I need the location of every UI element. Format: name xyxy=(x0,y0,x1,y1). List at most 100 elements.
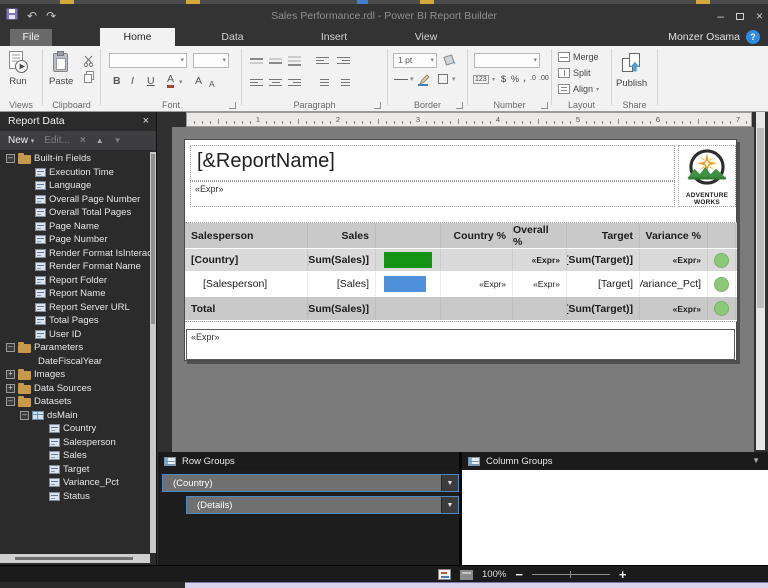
align-bottom-icon[interactable] xyxy=(288,55,301,66)
merge-button[interactable]: Merge xyxy=(558,52,599,62)
collapse-icon[interactable]: – xyxy=(20,411,29,420)
table-cell[interactable]: [Sum(Target)] xyxy=(567,249,640,271)
table-header-cell[interactable]: Overall % xyxy=(513,223,567,248)
table-cell[interactable]: [Sum(Target)] xyxy=(567,297,640,320)
tree-item-page-number[interactable]: Page Number xyxy=(0,233,150,247)
decrease-decimal-button[interactable]: .00 xyxy=(539,75,549,82)
tab-view[interactable]: View xyxy=(400,28,452,46)
italic-button[interactable]: I xyxy=(131,74,134,88)
table-header-cell[interactable]: Salesperson xyxy=(185,223,308,248)
grow-font-button[interactable]: A xyxy=(195,74,202,88)
currency-button[interactable]: $ xyxy=(501,74,506,84)
tree-item-datasets[interactable]: –Datasets xyxy=(0,395,150,409)
tree-item-status[interactable]: Status xyxy=(0,490,150,504)
table-cell[interactable] xyxy=(708,297,736,320)
split-button[interactable]: Split xyxy=(558,68,591,78)
move-down-icon[interactable]: ▼ xyxy=(114,136,122,145)
groups-options-chevron-icon[interactable]: ▼ xyxy=(752,456,760,465)
tree-item-target[interactable]: Target xyxy=(0,463,150,477)
group-bar-country[interactable]: (Country)▼ xyxy=(162,474,459,492)
table-cell[interactable] xyxy=(708,272,736,296)
comma-button[interactable]: , xyxy=(523,72,526,84)
collapse-icon[interactable]: – xyxy=(6,154,15,163)
table-header-cell[interactable] xyxy=(376,223,441,248)
underline-button[interactable]: U xyxy=(147,74,155,88)
design-canvas[interactable]: [&ReportName] «Expr» xyxy=(172,127,754,452)
publish-button[interactable]: Publish xyxy=(616,50,647,89)
bullet-list-icon[interactable] xyxy=(316,77,329,88)
table-cell[interactable]: [Sum(Sales)] xyxy=(308,249,376,271)
table-cell[interactable]: [Variance_Pct] xyxy=(640,272,708,296)
tab-data[interactable]: Data xyxy=(205,28,260,46)
tree-item-country[interactable]: Country xyxy=(0,422,150,436)
paste-button[interactable]: Paste xyxy=(49,50,73,87)
font-size-select[interactable]: ▾ xyxy=(193,53,229,68)
tree-item-page-name[interactable]: Page Name xyxy=(0,220,150,234)
delete-icon[interactable]: × xyxy=(80,135,86,146)
zoom-out-button[interactable]: − xyxy=(515,570,523,580)
table-cell[interactable] xyxy=(441,297,513,320)
line-color-button[interactable] xyxy=(418,73,431,91)
canvas-vertical-scrollbar[interactable] xyxy=(756,112,765,450)
table-cell[interactable]: [Sales] xyxy=(308,272,376,296)
table-cell[interactable]: Total xyxy=(185,297,308,320)
file-tab[interactable]: File xyxy=(10,29,52,46)
numbered-list-icon[interactable] xyxy=(337,77,350,88)
table-cell[interactable]: [Country] xyxy=(185,249,308,271)
group-dropdown-button[interactable]: ▼ xyxy=(441,497,458,513)
table-cell[interactable]: «Expr» xyxy=(640,249,708,271)
run-button[interactable]: Run xyxy=(7,50,29,87)
tab-home[interactable]: Home xyxy=(100,28,175,46)
panel-close-icon[interactable]: × xyxy=(143,112,149,131)
zoom-slider[interactable] xyxy=(532,574,610,575)
group-dropdown-button[interactable]: ▼ xyxy=(441,475,458,491)
panel-horizontal-scrollbar[interactable] xyxy=(0,554,150,563)
table-cell[interactable]: [Sum(Sales)] xyxy=(308,297,376,320)
table-cell[interactable] xyxy=(708,249,736,271)
increase-decimal-button[interactable]: .0 xyxy=(530,75,536,82)
report-footer-textbox[interactable]: «Expr» xyxy=(186,329,735,360)
collapse-icon[interactable]: – xyxy=(6,343,15,352)
tree-item-total-pages[interactable]: Total Pages xyxy=(0,314,150,328)
edit-button[interactable]: Edit... xyxy=(44,135,70,146)
align-middle-icon[interactable] xyxy=(269,55,282,66)
table-cell[interactable]: «Expr» xyxy=(441,272,513,296)
company-logo[interactable]: ADVENTURE WORKS xyxy=(678,145,736,207)
tree-item-variance-pct[interactable]: Variance_Pct xyxy=(0,476,150,490)
tablix-matrix[interactable]: SalespersonSalesCountry %Overall %Target… xyxy=(185,222,737,322)
table-cell[interactable]: «Expr» xyxy=(513,272,567,296)
tree-item-report-folder[interactable]: Report Folder xyxy=(0,274,150,288)
minimize-button[interactable]: – xyxy=(717,10,724,22)
tree-item-report-name[interactable]: Report Name xyxy=(0,287,150,301)
table-cell[interactable] xyxy=(376,297,441,320)
bold-button[interactable]: B xyxy=(113,74,121,88)
table-cell[interactable] xyxy=(376,272,441,296)
increase-indent-icon[interactable] xyxy=(337,55,350,66)
design-view-icon[interactable] xyxy=(438,569,451,580)
tree-item-render-format-isinteractive[interactable]: Render Format IsInteractive xyxy=(0,247,150,261)
font-color-dropdown-icon[interactable]: ▾ xyxy=(179,76,183,90)
report-title-textbox[interactable]: [&ReportName] xyxy=(190,145,675,181)
table-header-cell[interactable]: Country % xyxy=(441,223,513,248)
align-left-icon[interactable] xyxy=(250,77,263,88)
percent-button[interactable]: % xyxy=(511,74,519,84)
table-cell[interactable]: «Expr» xyxy=(513,249,567,271)
border-box-icon[interactable] xyxy=(438,74,448,84)
table-cell[interactable]: «Expr» xyxy=(640,297,708,320)
align-button[interactable]: Align ▾ xyxy=(558,84,599,94)
move-up-icon[interactable]: ▲ xyxy=(96,136,104,145)
font-color-button[interactable]: A xyxy=(167,74,174,88)
tree-item-overall-total-pages[interactable]: Overall Total Pages xyxy=(0,206,150,220)
user-account[interactable]: Monzer Osama xyxy=(668,28,740,46)
fill-color-button[interactable] xyxy=(443,53,457,71)
line-style-icon[interactable] xyxy=(394,79,408,80)
collapse-icon[interactable]: – xyxy=(6,397,15,406)
tree-item-sales[interactable]: Sales xyxy=(0,449,150,463)
copy-button[interactable] xyxy=(83,70,95,88)
align-right-icon[interactable] xyxy=(288,77,301,88)
align-center-icon[interactable] xyxy=(269,77,282,88)
expand-icon[interactable]: + xyxy=(6,370,15,379)
shrink-font-button[interactable]: A xyxy=(209,77,215,91)
table-cell[interactable] xyxy=(513,297,567,320)
table-cell[interactable]: [Salesperson] xyxy=(185,272,308,296)
